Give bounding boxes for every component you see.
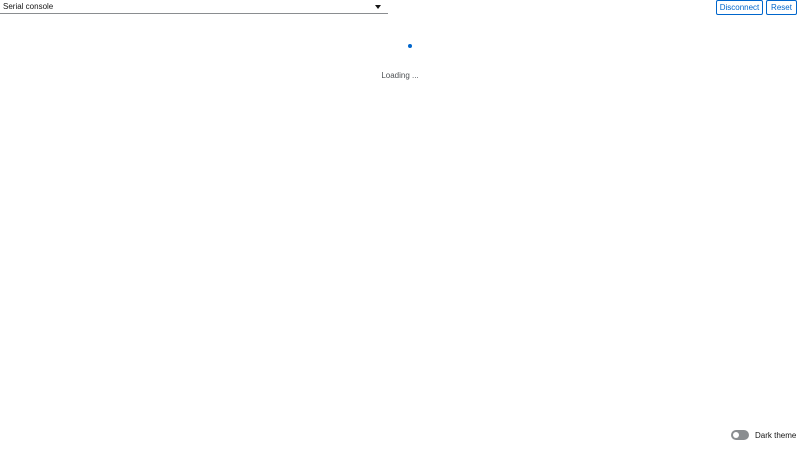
loading-text: Loading ... [381, 71, 419, 80]
console-type-selected-value: Serial console [3, 2, 54, 11]
disconnect-button[interactable]: Disconnect [716, 0, 763, 15]
loading-spinner-icon [408, 44, 412, 48]
caret-down-icon [375, 4, 381, 9]
dark-theme-label: Dark theme [755, 430, 797, 440]
console-page: Serial console Disconnect Reset Loading … [0, 0, 800, 450]
toggle-knob [733, 432, 739, 438]
reset-button[interactable]: Reset [766, 0, 797, 15]
console-type-dropdown[interactable]: Serial console [0, 0, 388, 14]
toggle-switch[interactable] [731, 430, 749, 440]
dark-theme-toggle[interactable]: Dark theme [731, 430, 796, 440]
